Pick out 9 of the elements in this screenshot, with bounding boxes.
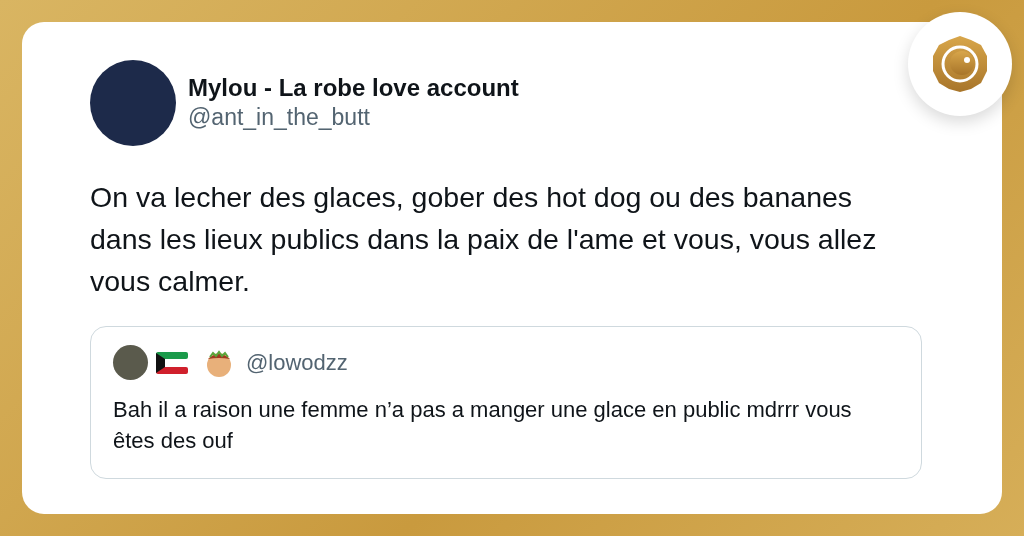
author-name: Mylou - La robe love account: [188, 73, 519, 101]
quoted-handle: @lowodzz: [246, 349, 348, 377]
flag-icon: [156, 350, 188, 375]
quoted-text: Bah il a raison une femme n’a pas a manger une glace en public mdrrr vous êtes des ouf: [113, 396, 853, 455]
author-handle: @ant_in_the_butt: [188, 103, 370, 130]
avatar: [113, 345, 148, 380]
quoted-tweet[interactable]: @lowodzz Bah il a raison une femme n’a pas a manger une glace en public mdrrr vous êtes des ouf: [90, 326, 922, 479]
tweet-text: On va lecher des glaces, gober des hot dog ou des bananes dans les lieux publics dans la paix de l'ame et vous, vous allez vous calmer.: [90, 180, 878, 299]
wrap-icon: [204, 348, 234, 377]
